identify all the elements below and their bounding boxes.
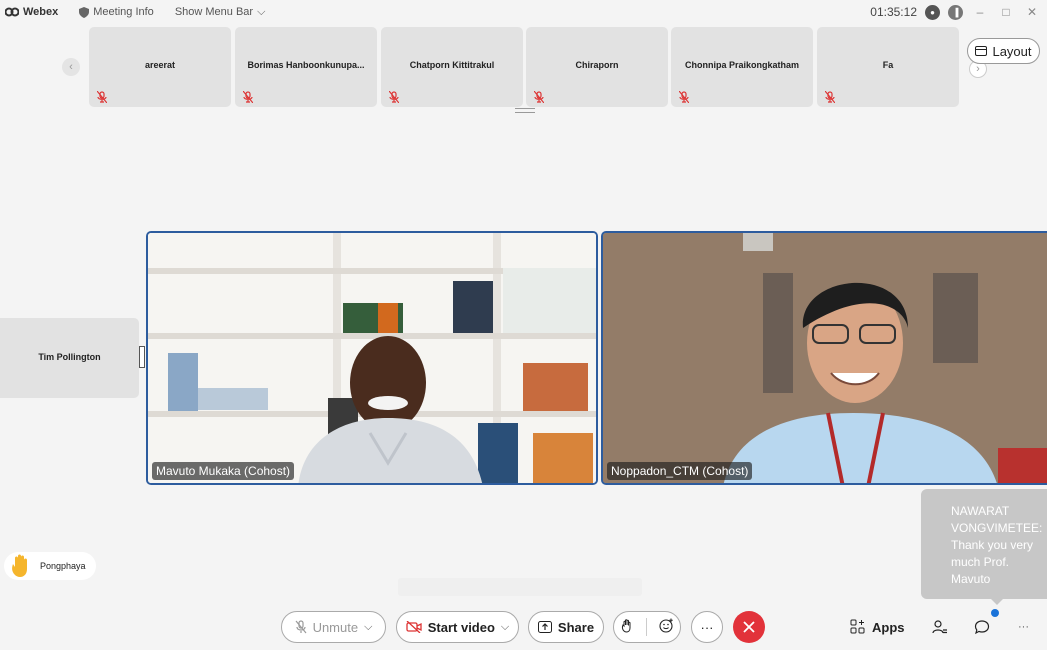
divider <box>646 618 647 636</box>
share-label: Share <box>557 619 595 635</box>
participant-tile[interactable]: Fa <box>817 27 959 107</box>
chat-icon <box>974 620 990 635</box>
recording-icon[interactable]: ● <box>925 4 940 20</box>
participants-button[interactable] <box>932 615 948 639</box>
strip-prev-button[interactable]: ‹ <box>62 58 80 76</box>
muted-mic-icon <box>389 91 399 103</box>
video-panel-noppadon[interactable]: Noppadon_CTM (Cohost) <box>601 231 1047 485</box>
layout-label: Layout <box>992 43 1032 59</box>
notification-bar <box>398 578 642 596</box>
participant-name: areerat <box>144 60 176 70</box>
start-video-label: Start video <box>427 619 495 635</box>
participant-tile-side[interactable]: Tim Pollington <box>0 318 139 398</box>
start-video-button[interactable]: Start video ⌵ <box>396 611 519 643</box>
unmute-button[interactable]: Unmute ⌵ <box>281 611 386 643</box>
participant-name: Fa <box>882 60 894 70</box>
participant-tile[interactable]: Borimas Hanboonkunupa... <box>235 27 377 107</box>
raised-hand-indicator[interactable]: Pongphaya <box>4 552 96 580</box>
share-icon <box>537 621 552 633</box>
reactions-group <box>613 611 681 643</box>
video-panel-mavuto[interactable]: Mavuto Mukaka (Cohost) <box>146 231 598 485</box>
more-icon: ··· <box>1018 621 1029 633</box>
video-feed <box>603 233 1047 483</box>
end-call-button[interactable] <box>733 611 765 643</box>
show-menu-bar-label: Show Menu Bar <box>174 6 254 18</box>
raise-hand-button[interactable] <box>620 618 634 636</box>
minimize-button[interactable]: – <box>971 5 989 19</box>
meeting-timer: 01:35:12 <box>870 5 917 19</box>
chat-popup-tail <box>990 598 1004 605</box>
muted-mic-icon <box>679 91 689 103</box>
muted-mic-icon <box>97 91 107 103</box>
emoji-icon <box>659 618 673 633</box>
apps-icon <box>850 619 865 634</box>
chat-preview-popup[interactable]: NAWARAT VONGVIMETEE: Thank you very much… <box>921 489 1047 599</box>
more-icon: ··· <box>700 619 714 635</box>
meeting-info-button[interactable]: Meeting Info <box>79 6 154 18</box>
video-feed <box>148 233 596 483</box>
muted-mic-icon <box>825 91 835 103</box>
strip-resize-handle[interactable] <box>515 108 535 113</box>
meeting-info-label: Meeting Info <box>93 6 154 18</box>
participant-tile[interactable]: Chiraporn <box>526 27 668 107</box>
webex-icon <box>5 7 19 17</box>
participant-tile[interactable]: Chatporn Kittitrakul <box>381 27 523 107</box>
video-off-icon <box>406 621 422 633</box>
participant-name: Chonnipa Praikongkatham <box>684 60 800 70</box>
hand-icon <box>621 618 631 633</box>
title-bar: Webex Meeting Info Show Menu Bar ⌵ 01:35… <box>0 0 1047 24</box>
more-options-button[interactable]: ··· <box>691 611 723 643</box>
layout-icon <box>975 46 988 56</box>
participants-icon <box>932 620 947 634</box>
side-resize-handle[interactable] <box>139 346 145 368</box>
video-name-label: Mavuto Mukaka (Cohost) <box>152 462 295 480</box>
unmute-label: Unmute <box>312 619 359 635</box>
chevron-down-icon: ⌵ <box>500 620 510 633</box>
participant-tile[interactable]: Chonnipa Praikongkatham <box>671 27 813 107</box>
show-menu-bar-button[interactable]: Show Menu Bar ⌵ <box>175 6 266 19</box>
layout-button[interactable]: Layout <box>967 38 1040 64</box>
video-name-label: Noppadon_CTM (Cohost) <box>607 462 753 480</box>
raised-hand-name: Pongphaya <box>40 561 86 571</box>
chevron-left-icon: ‹ <box>69 61 73 73</box>
muted-mic-icon <box>534 91 544 103</box>
raised-hand-icon <box>12 554 27 577</box>
unread-dot <box>991 609 999 617</box>
more-panels-button[interactable]: ··· <box>1018 615 1029 639</box>
share-button[interactable]: Share <box>528 611 604 643</box>
chat-preview-text: NAWARAT VONGVIMETEE: Thank you very much… <box>951 504 1043 586</box>
participant-name: Borimas Hanboonkunupa... <box>247 60 365 70</box>
shield-icon <box>79 6 90 18</box>
reactions-button[interactable] <box>659 618 674 636</box>
close-window-button[interactable]: ✕ <box>1023 5 1041 19</box>
app-name: Webex <box>23 6 59 18</box>
chevron-right-icon: › <box>976 63 980 75</box>
webex-logo: Webex <box>5 6 58 18</box>
chevron-down-icon: ⌵ <box>257 5 266 18</box>
chat-button[interactable] <box>974 615 990 639</box>
participant-tile[interactable]: areerat <box>89 27 231 107</box>
participant-name: Chatporn Kittitrakul <box>409 60 495 70</box>
apps-label: Apps <box>872 619 905 635</box>
apps-button[interactable]: Apps <box>850 615 905 639</box>
chevron-down-icon: ⌵ <box>364 620 373 633</box>
maximize-button[interactable]: □ <box>997 5 1015 19</box>
network-health-icon[interactable]: ▐ <box>948 4 963 20</box>
participant-name: Chiraporn <box>575 60 619 70</box>
close-icon <box>743 621 755 633</box>
muted-mic-icon <box>295 620 307 634</box>
muted-mic-icon <box>243 91 253 103</box>
participant-name: Tim Pollington <box>38 352 101 362</box>
